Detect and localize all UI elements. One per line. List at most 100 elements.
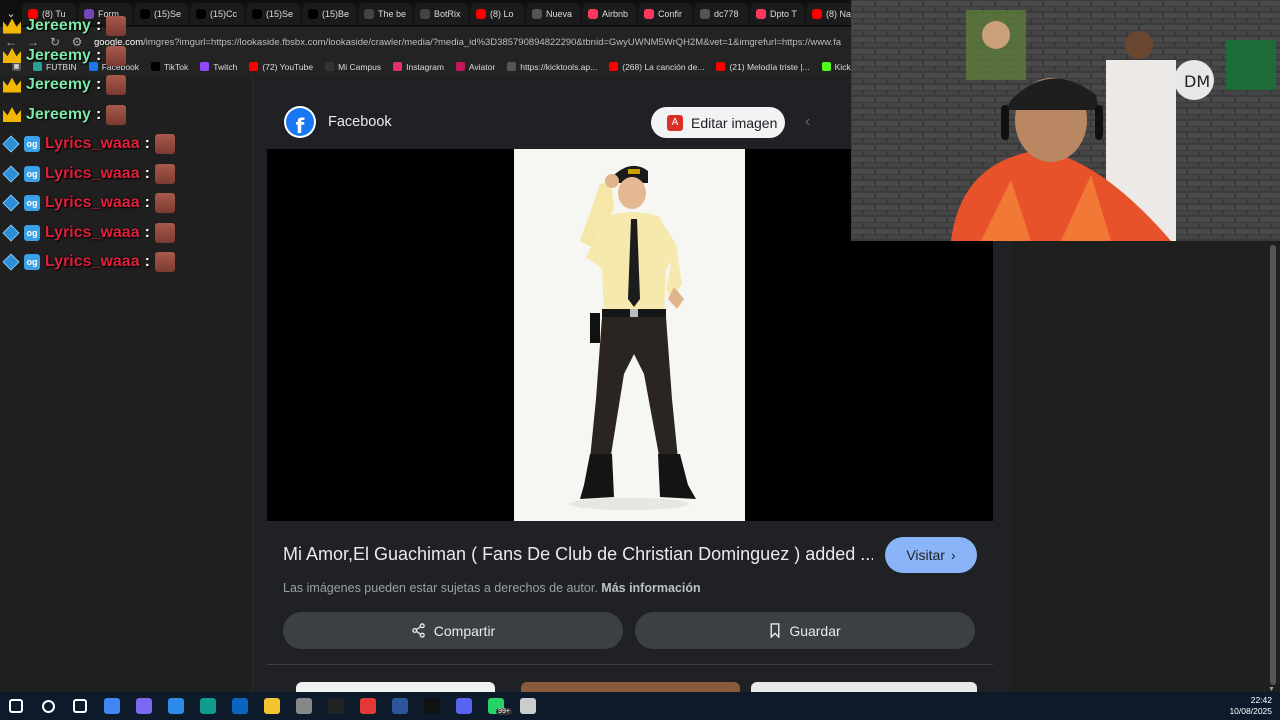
campus-icon (325, 62, 335, 71)
edit-image-label: Editar imagen (691, 114, 778, 131)
tiktok-icon (196, 8, 206, 19)
browser-tab[interactable]: The be (358, 2, 413, 25)
url-field[interactable]: google.com/imgres?imgurl=https://lookasi… (94, 37, 841, 48)
emote-icon (106, 75, 127, 95)
edit-image-button[interactable]: A Editar imagen (651, 107, 785, 138)
page-scrollbar[interactable] (1270, 245, 1276, 685)
visit-button[interactable]: Visitar › (885, 537, 977, 573)
capcut-icon[interactable] (416, 692, 448, 720)
bookmark-item[interactable]: (268) La canción de... (609, 62, 704, 72)
globe-icon (507, 62, 517, 71)
task-view-icon-glyph (73, 699, 87, 713)
browser-tab[interactable]: Dpto T (750, 2, 805, 25)
edge-icon[interactable] (192, 692, 224, 720)
chat-colon: : (95, 17, 102, 34)
source-row[interactable]: f Facebook (284, 106, 392, 138)
aviator-icon (455, 62, 465, 71)
outlook-icon-glyph (232, 698, 248, 714)
task-view-icon[interactable] (64, 692, 96, 720)
browser-tab[interactable]: (8) Lo (470, 2, 525, 25)
browser-tab[interactable]: Airbnb (582, 2, 637, 25)
emote-icon (106, 104, 127, 125)
edge-icon-glyph (200, 698, 216, 714)
og-badge-icon: og (24, 224, 40, 241)
divider (267, 664, 993, 665)
facebook-icon: f (284, 106, 316, 138)
bookmark-item[interactable]: Aviator (455, 62, 495, 72)
copilot-icon[interactable] (128, 692, 160, 720)
chat-username: Lyrics_waaa (45, 164, 140, 182)
og-badge-icon: og (24, 165, 40, 182)
bookmark-label: (72) YouTube (262, 61, 314, 72)
tab-label: Nueva (546, 8, 573, 19)
store-icon[interactable] (160, 692, 192, 720)
bookmark-item[interactable]: Mi Campus (325, 62, 381, 72)
chrome-icon[interactable] (96, 692, 128, 720)
bookmark-item[interactable]: Instagram (393, 62, 444, 72)
browser-tab[interactable]: (15)Se (134, 2, 189, 25)
address-bar-row: ← → ↻ ⚙ google.com/imgres?imgurl=https:/… (0, 27, 851, 57)
twitch-icon (200, 62, 210, 71)
app-icon[interactable] (512, 692, 544, 720)
folder-icon[interactable] (256, 692, 288, 720)
browser-tab[interactable]: (15)Be (302, 2, 357, 25)
youtube-icon (609, 62, 619, 71)
save-button[interactable]: Guardar (635, 612, 975, 649)
cube-badge-icon (2, 194, 20, 212)
obs-icon[interactable] (320, 692, 352, 720)
system-clock[interactable]: 22:42 10/08/2025 (1229, 695, 1272, 717)
share-button[interactable]: Compartir (283, 612, 623, 649)
tiktok-icon (151, 62, 161, 71)
image-caption[interactable]: Mi Amor,El Guachiman ( Fans De Club de C… (283, 544, 873, 565)
chrome-icon-glyph (104, 698, 120, 714)
bookmark-item[interactable]: Twitch (200, 62, 237, 72)
shield-icon (364, 8, 374, 19)
crown-badge-icon (3, 107, 21, 122)
emote-icon (154, 163, 175, 184)
youtube-icon (812, 8, 822, 19)
more-info-link[interactable]: Más información (601, 581, 700, 595)
search-icon[interactable] (32, 692, 64, 720)
airbnb-icon (756, 8, 766, 19)
browser-tab[interactable]: Nueva (526, 2, 581, 25)
app-red-icon[interactable] (352, 692, 384, 720)
bookmark-item[interactable]: (21) Melodía triste |... (716, 62, 810, 72)
screen: ⌄ (8) Tu Form (15)Se (15)Cc (15)Se (15)Be The … (0, 0, 1280, 720)
whatsapp-icon[interactable]: 99+ (480, 692, 512, 720)
word-icon[interactable] (384, 692, 416, 720)
chat-message: Jereemy: (3, 15, 127, 37)
result-image[interactable] (514, 149, 745, 521)
chevron-left-icon[interactable]: ‹ (805, 113, 810, 131)
browser-tab[interactable]: Confir (638, 2, 693, 25)
tab-label: (15)Se (266, 8, 294, 19)
share-label: Compartir (433, 622, 496, 639)
og-badge-icon: og (24, 136, 40, 152)
airbnb-icon (644, 8, 654, 19)
browser-tab[interactable]: dc778 (694, 2, 749, 25)
browser-tab[interactable]: (15)Cc (190, 2, 245, 25)
browser-tab[interactable]: (8) Na (806, 2, 851, 25)
bookmark-item[interactable]: https://kicktools.ap... (507, 62, 597, 72)
discord-icon[interactable] (448, 692, 480, 720)
windows-start-icon[interactable] (0, 692, 32, 720)
bookmark-item[interactable]: Kick (821, 62, 851, 72)
chat-username: Jereemy (26, 46, 91, 64)
bookmarks-bar: ▦ FUTBIN Facebook TikTok Twitch (72) YouTube… (0, 57, 851, 76)
store-icon-glyph (168, 698, 184, 714)
shield-icon (420, 8, 430, 19)
word-icon-glyph (392, 698, 408, 714)
chat-message: og Lyrics_waaa: (2, 163, 175, 185)
bookmark-item[interactable]: (72) YouTube (249, 62, 313, 72)
cube-badge-icon (2, 253, 20, 271)
game-icon[interactable] (288, 692, 320, 720)
tab-strip: ⌄ (8) Tu Form (15)Se (15)Cc (15)Se (15)Be The … (0, 0, 851, 27)
browser-tab[interactable]: BotRix (414, 2, 469, 25)
emote-icon (106, 45, 127, 66)
notification-badge: 99+ (496, 707, 512, 715)
chat-message: og Lyrics_waaa: (2, 192, 175, 214)
outlook-icon[interactable] (224, 692, 256, 720)
copilot-icon-glyph (136, 698, 152, 714)
browser-tab[interactable]: (15)Se (246, 2, 301, 25)
bookmark-item[interactable]: TikTok (151, 62, 188, 72)
game-icon-glyph (296, 698, 312, 714)
